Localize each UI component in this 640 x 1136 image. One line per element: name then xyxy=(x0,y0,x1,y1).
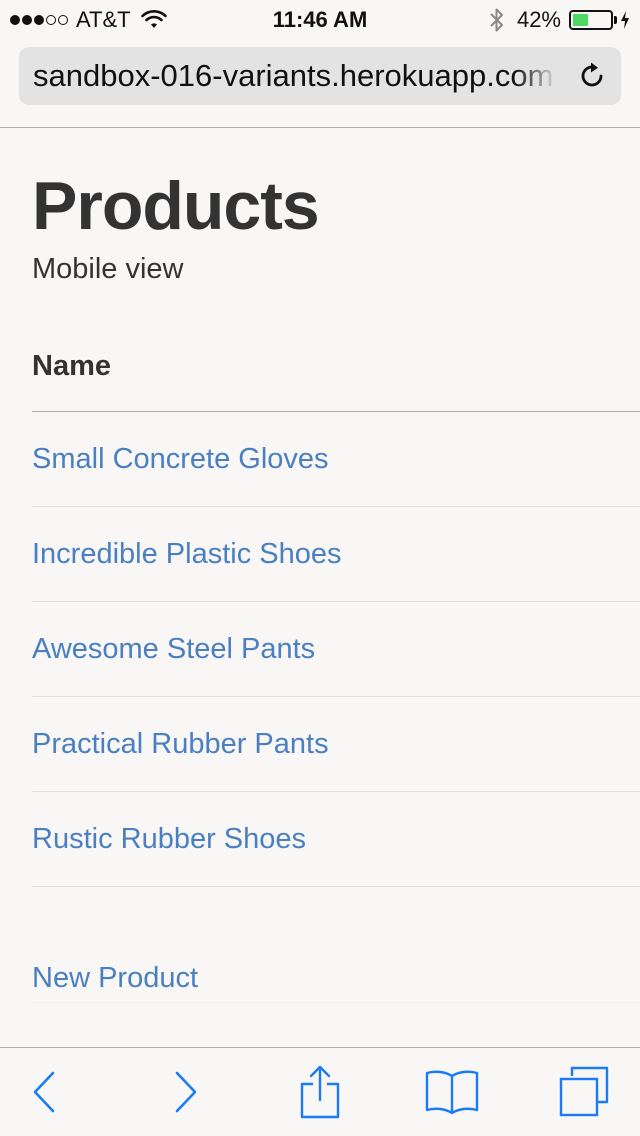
url-text[interactable]: sandbox-016-variants.herokuapp.com xyxy=(33,47,557,105)
charging-icon xyxy=(621,11,629,29)
reload-icon[interactable] xyxy=(577,61,607,91)
share-icon xyxy=(300,1065,340,1119)
bookmarks-button[interactable] xyxy=(412,1048,492,1136)
status-bar: AT&T 11:46 AM 42% xyxy=(0,0,640,40)
forward-button[interactable] xyxy=(146,1048,226,1136)
table-row: Incredible Plastic Shoes xyxy=(32,507,640,602)
browser-toolbar xyxy=(0,1047,640,1136)
forward-icon xyxy=(175,1071,197,1113)
battery-cap xyxy=(614,16,617,24)
product-link-small-concrete-gloves[interactable]: Small Concrete Gloves xyxy=(32,443,329,475)
battery-percent: 42% xyxy=(516,7,561,32)
product-link-practical-rubber-pants[interactable]: Practical Rubber Pants xyxy=(32,728,329,760)
table-row: Practical Rubber Pants xyxy=(32,697,640,792)
table-header-name: Name xyxy=(32,320,640,412)
new-product-link[interactable]: New Product xyxy=(32,962,198,995)
address-bar[interactable]: sandbox-016-variants.herokuapp.com xyxy=(19,47,621,105)
table-row: Rustic Rubber Shoes xyxy=(32,792,640,887)
share-button[interactable] xyxy=(280,1048,360,1136)
status-right: 42% xyxy=(489,7,630,33)
table-row: Small Concrete Gloves xyxy=(32,412,640,507)
product-link-incredible-plastic-shoes[interactable]: Incredible Plastic Shoes xyxy=(32,538,342,570)
products-table: Name Small Concrete Gloves Incredible Pl… xyxy=(32,320,640,887)
page-subtitle: Mobile view xyxy=(32,253,184,285)
divider xyxy=(32,1002,640,1003)
product-link-awesome-steel-pants[interactable]: Awesome Steel Pants xyxy=(32,633,315,665)
back-icon xyxy=(33,1071,55,1113)
table-row: Awesome Steel Pants xyxy=(32,602,640,697)
browser-address-area: sandbox-016-variants.herokuapp.com xyxy=(0,40,640,128)
page-title: Products xyxy=(32,168,320,244)
tabs-icon xyxy=(559,1066,609,1117)
back-button[interactable] xyxy=(4,1048,84,1136)
tabs-button[interactable] xyxy=(544,1048,624,1136)
bookmarks-icon xyxy=(425,1070,479,1115)
product-link-rustic-rubber-shoes[interactable]: Rustic Rubber Shoes xyxy=(32,823,306,855)
battery-icon xyxy=(569,10,613,30)
bluetooth-icon xyxy=(490,8,503,32)
battery-level-fill xyxy=(573,14,589,26)
